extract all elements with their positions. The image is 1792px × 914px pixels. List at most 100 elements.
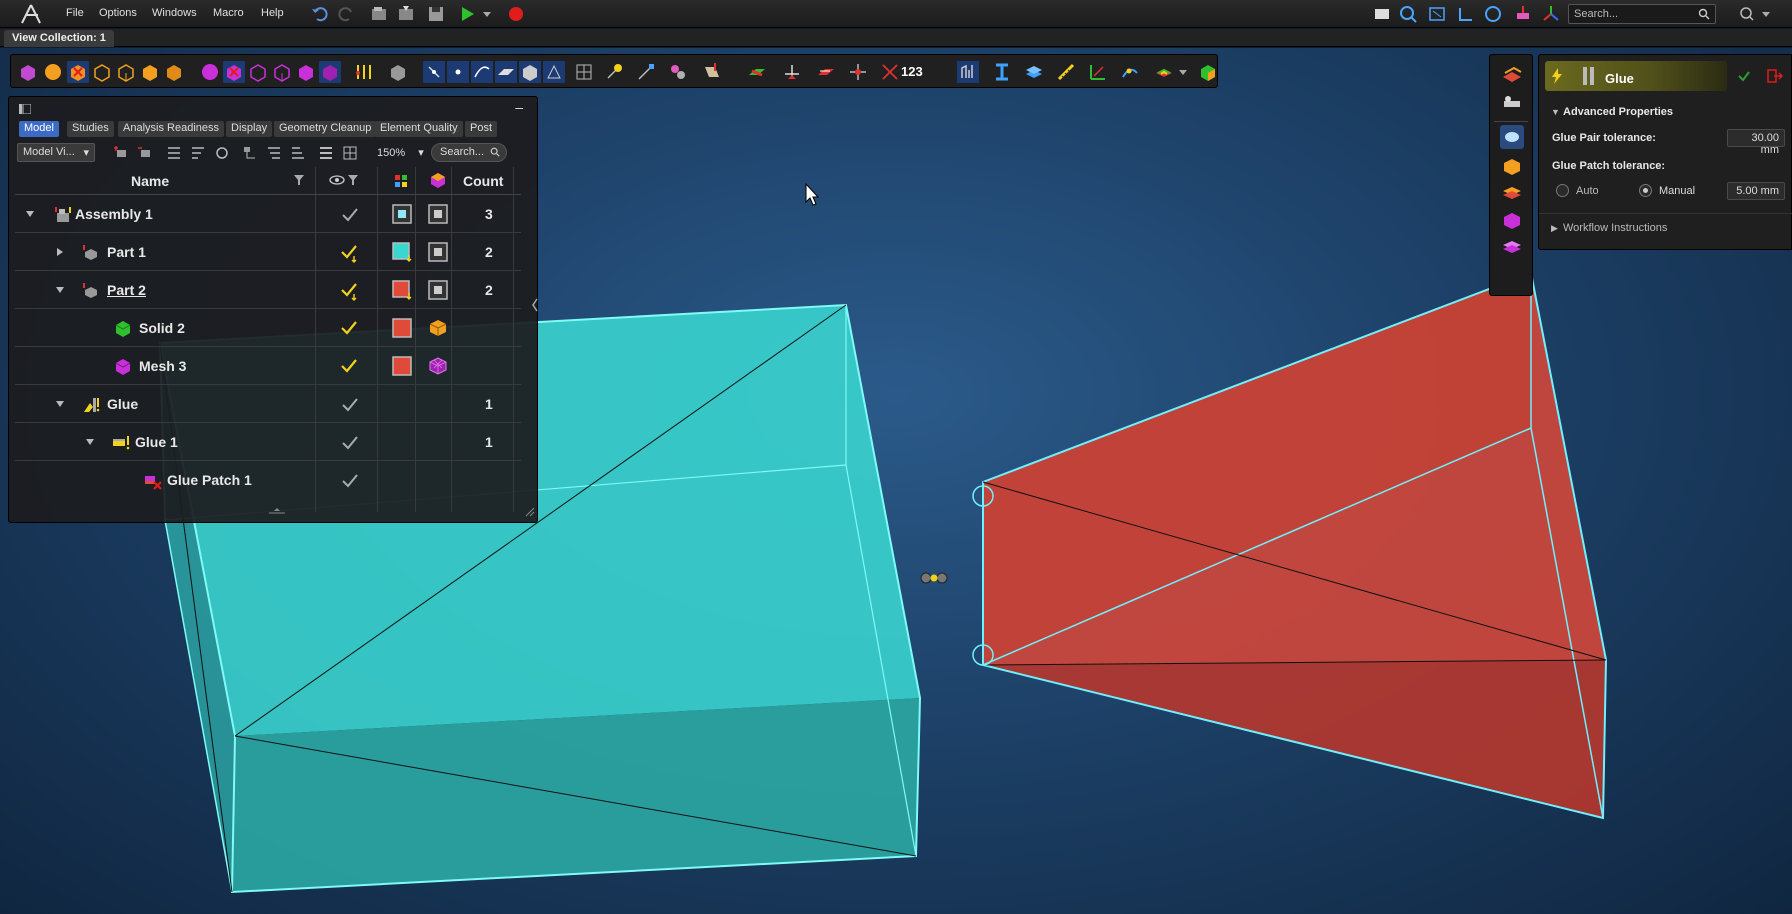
help-search-icon[interactable] bbox=[1736, 3, 1758, 25]
solid-tool-icon[interactable] bbox=[519, 61, 541, 83]
advanced-properties-chevron-icon[interactable]: ▼ bbox=[1551, 107, 1560, 117]
tree-row-solid-2[interactable]: Solid 2 bbox=[15, 310, 521, 347]
visible-check-icon[interactable] bbox=[340, 471, 360, 491]
result-box-icon[interactable] bbox=[1197, 61, 1219, 83]
mesh-solid-icon[interactable] bbox=[295, 61, 317, 83]
expand-arrow-icon[interactable] bbox=[85, 437, 95, 447]
color-swatch-red-icon[interactable] bbox=[392, 280, 412, 300]
visible-check-yellow-icon[interactable] bbox=[340, 281, 360, 301]
moment-tool-icon[interactable] bbox=[879, 61, 901, 83]
glue-patch-tolerance-input[interactable]: 5.00 mm bbox=[1727, 182, 1785, 200]
tree-row-mesh-3[interactable]: Mesh 3 bbox=[15, 348, 521, 385]
glue-patch-tool-icon[interactable] bbox=[1500, 125, 1524, 149]
grid-options-icon[interactable] bbox=[341, 144, 359, 162]
curve-tool-icon[interactable] bbox=[471, 61, 493, 83]
global-search-input[interactable] bbox=[1569, 5, 1691, 23]
undo-icon[interactable] bbox=[309, 3, 331, 25]
tab-model[interactable]: Model bbox=[19, 121, 59, 137]
resize-grip-icon[interactable] bbox=[267, 504, 287, 518]
tree-row-part-2[interactable]: Part 2 2 bbox=[15, 272, 521, 309]
measure-tool-icon[interactable] bbox=[1087, 61, 1109, 83]
menu-windows[interactable]: Windows bbox=[152, 7, 197, 19]
delete-mesh-icon[interactable] bbox=[223, 61, 245, 83]
tree-row-glue[interactable]: Glue 1 bbox=[15, 386, 521, 423]
contour-tool-icon[interactable] bbox=[1153, 61, 1175, 83]
line-tool-icon[interactable] bbox=[635, 61, 657, 83]
wire-cube-icon[interactable] bbox=[91, 61, 113, 83]
visibility-filter-icon[interactable] bbox=[347, 173, 359, 189]
minimize-panel-icon[interactable]: – bbox=[515, 99, 523, 115]
color-swatch-cyan-icon[interactable] bbox=[392, 242, 412, 262]
element-tool-icon[interactable] bbox=[543, 61, 565, 83]
collapsed-arrow-icon[interactable] bbox=[55, 247, 65, 257]
confirm-check-icon[interactable] bbox=[1737, 69, 1751, 86]
fit-view-icon[interactable] bbox=[1426, 3, 1448, 25]
tree-row-glue-1[interactable]: Glue 1 1 bbox=[15, 424, 521, 461]
display-mode-box-icon[interactable] bbox=[428, 204, 448, 224]
help-chevron-icon[interactable] bbox=[1760, 3, 1772, 25]
auto-radio[interactable] bbox=[1556, 184, 1569, 197]
connector-tool-icon[interactable] bbox=[667, 61, 689, 83]
expand-arrow-icon[interactable] bbox=[25, 209, 35, 219]
point-tool-icon[interactable] bbox=[447, 61, 469, 83]
run-options-chevron-icon[interactable] bbox=[481, 3, 493, 25]
browser-search-field[interactable]: Search... bbox=[431, 143, 507, 162]
spotweld-tool-icon[interactable] bbox=[746, 61, 768, 83]
tab-studies[interactable]: Studies bbox=[67, 121, 114, 137]
redo-icon[interactable] bbox=[335, 3, 357, 25]
delete-geometry-icon[interactable] bbox=[67, 61, 89, 83]
columns-icon[interactable] bbox=[317, 144, 335, 162]
color-swatch-outline-icon[interactable] bbox=[392, 204, 412, 224]
part-box-icon[interactable] bbox=[387, 61, 409, 83]
view-front-icon[interactable] bbox=[1455, 3, 1477, 25]
attributes-icon[interactable] bbox=[353, 61, 375, 83]
ruler-tool-icon[interactable] bbox=[1055, 61, 1077, 83]
record-icon[interactable] bbox=[505, 3, 527, 25]
workflow-chevron-icon[interactable]: ▶ bbox=[1551, 223, 1558, 234]
wire-cube-2-icon[interactable] bbox=[115, 61, 137, 83]
tree-expand-icon[interactable] bbox=[241, 144, 259, 162]
visible-check-icon[interactable] bbox=[340, 433, 360, 453]
mesh-solid-2-icon[interactable] bbox=[319, 61, 341, 83]
rotate-view-icon[interactable] bbox=[1482, 3, 1504, 25]
workflow-instructions-header[interactable]: Workflow Instructions bbox=[1563, 222, 1667, 234]
visibility-eye-icon[interactable] bbox=[329, 173, 345, 189]
name-filter-icon[interactable] bbox=[293, 173, 305, 189]
visible-check-icon[interactable] bbox=[340, 205, 360, 225]
display-mode-box-icon[interactable] bbox=[428, 242, 448, 262]
open-file-icon[interactable] bbox=[368, 3, 390, 25]
section-cut-icon[interactable] bbox=[1512, 3, 1534, 25]
number-tool-label[interactable]: 123 bbox=[901, 64, 923, 79]
surface-tool-icon[interactable] bbox=[495, 61, 517, 83]
mesh-cube-2-icon[interactable] bbox=[271, 61, 293, 83]
load-tool-icon[interactable] bbox=[701, 61, 723, 83]
tab-geometry-cleanup[interactable]: Geometry Cleanup bbox=[274, 121, 377, 137]
color-column-icon[interactable] bbox=[395, 174, 407, 190]
force-tool-icon[interactable] bbox=[847, 61, 869, 83]
color-swatch-red-icon[interactable] bbox=[392, 356, 412, 376]
display-mode-column-icon[interactable] bbox=[429, 171, 447, 192]
visible-check-yellow-icon[interactable] bbox=[340, 319, 360, 339]
auto-glue-icon[interactable] bbox=[1500, 91, 1524, 115]
solid-cube-icon[interactable] bbox=[139, 61, 161, 83]
mesh-display-cube-icon[interactable] bbox=[428, 356, 448, 376]
contour-chevron-icon[interactable] bbox=[1177, 61, 1189, 83]
column-header-name[interactable]: Name bbox=[131, 173, 169, 189]
menu-file[interactable]: File bbox=[66, 7, 84, 19]
mesh-edit-icon[interactable] bbox=[573, 61, 595, 83]
filter-list-icon[interactable] bbox=[189, 144, 207, 162]
menu-macro[interactable]: Macro bbox=[213, 7, 244, 19]
menu-help[interactable]: Help bbox=[261, 7, 284, 19]
visible-check-yellow-icon[interactable] bbox=[340, 243, 360, 263]
collapse-panel-arrow-icon[interactable] bbox=[531, 297, 539, 316]
advanced-properties-header[interactable]: Advanced Properties bbox=[1563, 106, 1673, 118]
add-part-icon[interactable] bbox=[113, 144, 131, 162]
search-icon[interactable] bbox=[1698, 8, 1710, 23]
mesh-surface-purple-icon[interactable] bbox=[1500, 235, 1524, 259]
axis-triad-icon[interactable] bbox=[1540, 3, 1562, 25]
expand-arrow-icon[interactable] bbox=[55, 399, 65, 409]
node-tool-icon[interactable] bbox=[603, 61, 625, 83]
solid-cube-2-icon[interactable] bbox=[163, 61, 185, 83]
visible-check-icon[interactable] bbox=[340, 395, 360, 415]
expand-arrow-icon[interactable] bbox=[55, 285, 65, 295]
